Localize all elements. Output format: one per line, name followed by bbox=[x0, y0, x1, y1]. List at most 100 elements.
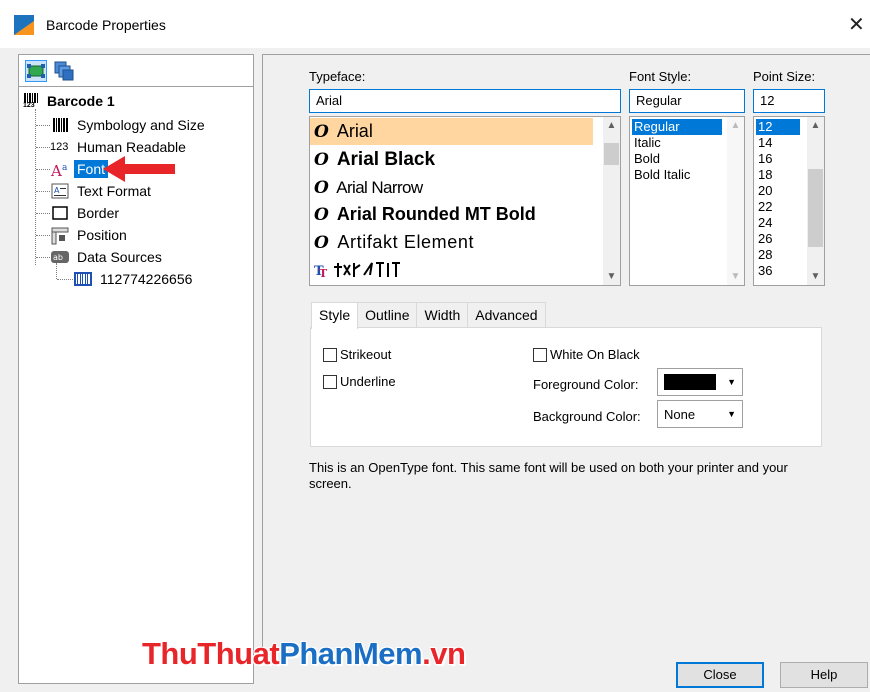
point-size-option[interactable]: 20 bbox=[756, 183, 774, 199]
point-size-option[interactable]: 26 bbox=[756, 231, 774, 247]
style-tab-body: Strikeout Underline White On Black Foreg… bbox=[310, 327, 822, 447]
typeface-option[interactable]: O Arial Narrow bbox=[310, 174, 593, 201]
typeface-option[interactable]: O Artifakt Element bbox=[310, 229, 593, 256]
tree-item-border[interactable]: Border bbox=[50, 203, 122, 223]
font-style-option[interactable]: Bold bbox=[632, 151, 662, 167]
resize-icon bbox=[27, 64, 45, 78]
border-icon bbox=[50, 205, 70, 221]
position-icon bbox=[50, 227, 70, 245]
title-bar: Barcode Properties ✕ bbox=[0, 0, 870, 48]
typeface-option[interactable]: O Arial bbox=[310, 118, 593, 145]
typeface-list[interactable]: O Arial O Arial Black O Arial Narrow O A… bbox=[309, 116, 621, 286]
svg-text:ab: ab bbox=[53, 253, 63, 262]
tree-item-data-source-value[interactable]: 112774226656 bbox=[73, 269, 195, 289]
point-size-option[interactable]: 22 bbox=[756, 199, 774, 215]
svg-text:T: T bbox=[319, 267, 328, 280]
tree-root-barcode[interactable]: 123 Barcode 1 bbox=[23, 91, 115, 111]
opentype-icon: O bbox=[314, 177, 329, 198]
opentype-icon: O bbox=[314, 121, 329, 142]
checkbox-box[interactable] bbox=[323, 347, 337, 362]
checkbox-box[interactable] bbox=[533, 347, 547, 362]
typeface-option[interactable]: O Arial Rounded MT Bold bbox=[310, 201, 593, 228]
svg-text:A: A bbox=[50, 162, 62, 179]
tab-style[interactable]: Style bbox=[311, 302, 359, 329]
scroll-up-icon[interactable]: ▲ bbox=[807, 117, 824, 134]
opentype-icon: O bbox=[314, 204, 329, 225]
checkbox-box[interactable] bbox=[323, 374, 337, 389]
foreground-color-label: Foreground Color: bbox=[533, 377, 639, 392]
point-size-option[interactable]: 14 bbox=[756, 135, 774, 151]
point-size-option[interactable]: 16 bbox=[756, 151, 774, 167]
tree-toolbar bbox=[19, 55, 253, 87]
typeface-option-symbol[interactable]: T T bbox=[310, 256, 593, 283]
scroll-down-icon[interactable]: ▼ bbox=[603, 268, 620, 285]
tree-item-position[interactable]: Position bbox=[50, 225, 130, 245]
scroll-up-icon[interactable]: ▲ bbox=[603, 117, 620, 134]
dropdown-arrow-icon: ▼ bbox=[727, 409, 736, 419]
barcode-data-icon bbox=[73, 271, 93, 287]
white-on-black-checkbox[interactable]: White On Black bbox=[533, 347, 640, 362]
symbol-font-preview-icon: T T bbox=[314, 261, 400, 280]
point-size-option[interactable]: 24 bbox=[756, 215, 774, 231]
point-size-option[interactable]: 36 bbox=[756, 263, 774, 279]
layers-view-button[interactable] bbox=[53, 60, 75, 82]
barcode-root-icon: 123 bbox=[23, 93, 43, 109]
point-size-option[interactable]: 28 bbox=[756, 247, 774, 263]
font-style-label: Font Style: bbox=[629, 69, 692, 84]
tree-item-symbology[interactable]: Symbology and Size bbox=[50, 115, 208, 135]
tree-root-label: Barcode 1 bbox=[47, 93, 115, 109]
tab-width[interactable]: Width bbox=[416, 302, 469, 328]
tree-item-text-format[interactable]: A Text Format bbox=[50, 181, 154, 201]
font-description: This is an OpenType font. This same font… bbox=[309, 460, 788, 491]
scroll-down-icon[interactable]: ▼ bbox=[807, 268, 824, 285]
font-style-input[interactable]: Regular bbox=[629, 89, 745, 113]
opentype-icon: O bbox=[314, 149, 329, 170]
tree-panel: 123 Barcode 1 Symbology and Size 123 Hum… bbox=[18, 54, 254, 684]
font-style-option[interactable]: Regular bbox=[632, 119, 722, 135]
font-style-option[interactable]: Bold Italic bbox=[632, 167, 692, 183]
tab-outline[interactable]: Outline bbox=[357, 302, 418, 328]
underline-checkbox[interactable]: Underline bbox=[323, 374, 396, 389]
svg-text:A: A bbox=[54, 186, 60, 195]
layers-icon bbox=[54, 61, 74, 81]
background-color-label: Background Color: bbox=[533, 409, 641, 424]
window-title: Barcode Properties bbox=[46, 17, 166, 33]
point-size-label: Point Size: bbox=[753, 69, 816, 84]
scroll-thumb[interactable] bbox=[604, 143, 619, 165]
point-size-list[interactable]: 12 14 16 18 20 22 24 26 28 36 ▲ ▼ bbox=[753, 116, 825, 286]
strikeout-checkbox[interactable]: Strikeout bbox=[323, 347, 391, 362]
data-sources-icon: ab bbox=[50, 249, 70, 265]
opentype-icon: O bbox=[314, 232, 330, 253]
point-size-scrollbar[interactable]: ▲ ▼ bbox=[807, 117, 824, 285]
properties-view-button[interactable] bbox=[25, 60, 47, 82]
typeface-label: Typeface: bbox=[309, 69, 366, 84]
barcode-icon bbox=[50, 117, 70, 133]
scroll-thumb[interactable] bbox=[808, 169, 823, 247]
foreground-color-swatch bbox=[664, 374, 716, 390]
help-button[interactable]: Help bbox=[780, 662, 868, 688]
scroll-up-icon[interactable]: ▲ bbox=[727, 117, 744, 134]
foreground-color-picker[interactable]: ▼ bbox=[657, 368, 743, 396]
point-size-input[interactable]: 12 bbox=[753, 89, 825, 113]
close-icon[interactable]: ✕ bbox=[848, 12, 865, 37]
svg-text:a: a bbox=[62, 163, 68, 173]
typeface-option[interactable]: O Arial Black bbox=[310, 146, 593, 173]
font-properties-panel: Typeface: Arial O Arial O Arial Black O … bbox=[262, 54, 870, 654]
point-size-option[interactable]: 18 bbox=[756, 167, 774, 183]
scroll-down-icon[interactable]: ▼ bbox=[727, 268, 744, 285]
typeface-input[interactable]: Arial bbox=[309, 89, 621, 113]
point-size-option[interactable]: 12 bbox=[756, 119, 800, 135]
tree-item-font[interactable]: A a Font bbox=[50, 159, 109, 180]
typeface-scrollbar[interactable]: ▲ ▼ bbox=[603, 117, 620, 285]
watermark-logo: ThuThuatPhanMem.vn bbox=[142, 636, 466, 671]
style-tabs: Style Outline Width Advanced bbox=[311, 302, 546, 329]
text-format-icon: A bbox=[50, 183, 70, 199]
close-button[interactable]: Close bbox=[676, 662, 764, 688]
font-style-scrollbar[interactable]: ▲ ▼ bbox=[727, 117, 744, 285]
font-style-list[interactable]: Regular Italic Bold Bold Italic ▲ ▼ bbox=[629, 116, 745, 286]
tab-advanced[interactable]: Advanced bbox=[467, 302, 546, 328]
background-color-select[interactable]: None ▼ bbox=[657, 400, 743, 428]
font-style-option[interactable]: Italic bbox=[632, 135, 663, 151]
tree-item-data-sources[interactable]: ab Data Sources bbox=[50, 247, 165, 267]
dropdown-arrow-icon: ▼ bbox=[727, 377, 736, 387]
